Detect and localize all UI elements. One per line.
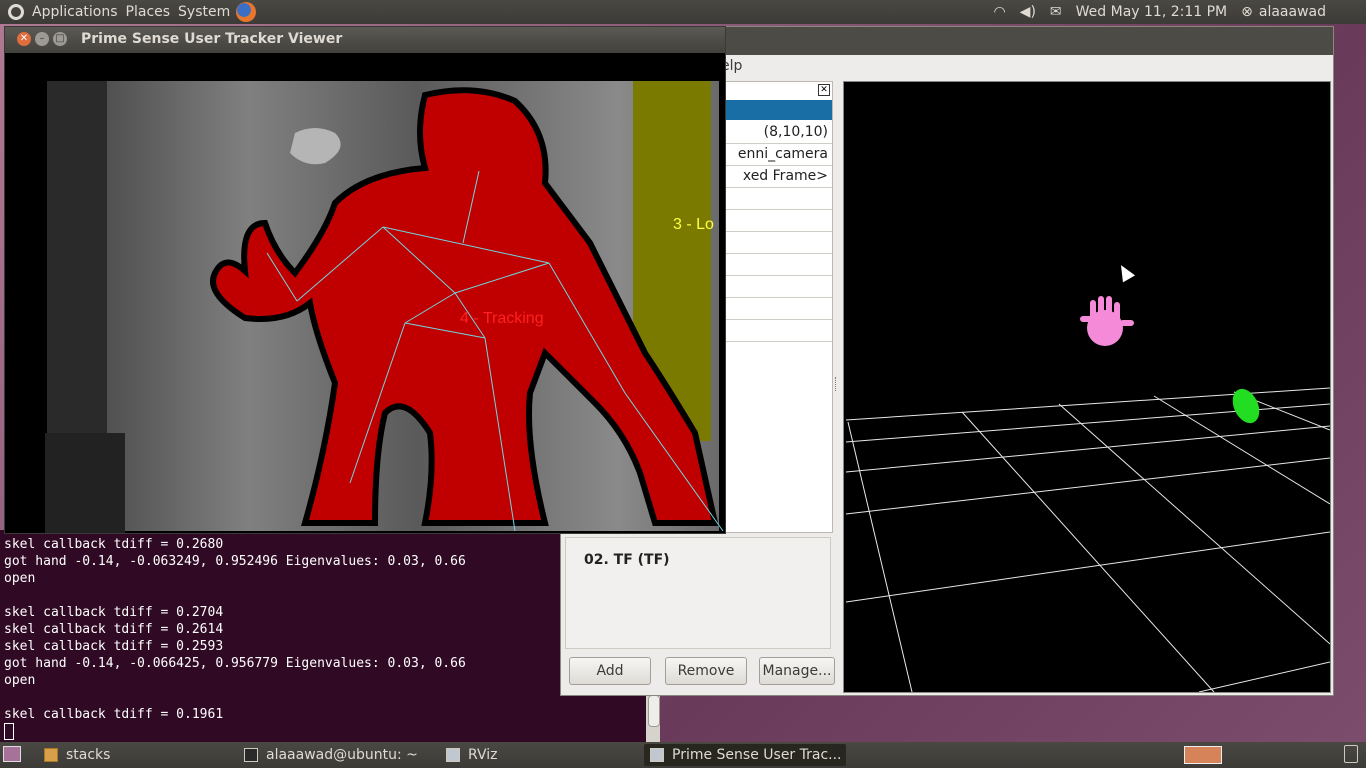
terminal-line: got hand -0.14, -0.066425, 0.956779 Eige… [4, 656, 466, 671]
terminal-line: open [4, 673, 36, 688]
applications-menu[interactable]: Applications [32, 4, 118, 20]
user-icon[interactable]: ⊗ [1241, 4, 1253, 20]
volume-icon[interactable]: ◀) [1020, 4, 1036, 20]
close-icon[interactable]: ✕ [818, 84, 830, 96]
property-value: (8,10,10) [763, 124, 828, 140]
terminal-line: skel callback tdiff = 0.2704 [4, 605, 224, 620]
hand-marker-pink [1080, 296, 1134, 346]
depth-shadow-region [45, 433, 125, 533]
show-desktop-icon[interactable] [3, 746, 21, 762]
maximize-icon[interactable]: □ [53, 32, 67, 46]
bottom-panel: stacks alaaawad@ubuntu: ~ RViz Prime Sen… [0, 742, 1366, 768]
terminal-line: skel callback tdiff = 0.2614 [4, 622, 224, 637]
top-panel: Applications Places System ◠ ◀) ✉ Wed Ma… [0, 0, 1366, 24]
taskbar-item-rviz[interactable]: RViz [440, 744, 642, 766]
taskbar-item-terminal[interactable]: alaaawad@ubuntu: ~ [238, 744, 438, 766]
grid-view [845, 296, 1331, 693]
property-row[interactable] [726, 254, 832, 276]
terminal-cursor [4, 723, 14, 740]
manage-button[interactable]: Manage... [759, 657, 835, 685]
terminal-line: skel callback tdiff = 0.2680 [4, 537, 224, 552]
terminal-icon [244, 748, 258, 762]
add-button[interactable]: Add [569, 657, 651, 685]
property-row[interactable] [726, 320, 832, 342]
terminal-line: got hand -0.14, -0.063249, 0.952496 Eige… [4, 554, 466, 569]
wifi-icon[interactable]: ◠ [993, 4, 1005, 20]
depth-image-view[interactable]: 4 - Tracking 3 - Lo [5, 53, 725, 533]
hand-marker-green [1232, 388, 1260, 424]
taskbar-item-prime-sense[interactable]: Prime Sense User Trac... [644, 744, 846, 766]
3d-render-view[interactable] [843, 81, 1331, 693]
window-titlebar[interactable]: ✕ – □ Prime Sense User Tracker Viewer [5, 27, 725, 53]
prime-sense-window: ✕ – □ Prime Sense User Tracker Viewer 4 … [4, 26, 726, 534]
terminal-scrollbar-thumb[interactable] [648, 695, 660, 727]
ground-grid [845, 387, 1331, 693]
property-row[interactable]: enni_camera [726, 144, 832, 166]
lost-label: 3 - Lo [673, 216, 714, 233]
property-value: enni_camera [737, 146, 828, 162]
minimize-icon[interactable]: – [35, 32, 49, 46]
terminal-line: skel callback tdiff = 0.1961 [4, 707, 224, 722]
workspace-switcher[interactable] [1184, 746, 1222, 764]
taskbar-label: alaaawad@ubuntu: ~ [266, 747, 418, 763]
trash-icon[interactable] [1344, 745, 1358, 763]
user-name[interactable]: alaaawad [1259, 4, 1326, 20]
property-row[interactable] [726, 210, 832, 232]
property-row[interactable]: xed Frame> [726, 166, 832, 188]
terminal-line: open [4, 571, 36, 586]
ubuntu-logo-icon[interactable] [8, 4, 24, 20]
taskbar-item-stacks[interactable]: stacks [38, 744, 234, 766]
clock[interactable]: Wed May 11, 2:11 PM [1076, 4, 1228, 20]
places-menu[interactable]: Places [126, 4, 171, 20]
system-menu[interactable]: System [178, 4, 230, 20]
tracking-label: 4 - Tracking [460, 310, 544, 327]
description-title: 02. TF (TF) [584, 552, 670, 568]
mail-icon[interactable]: ✉ [1050, 4, 1062, 20]
taskbar-label: Prime Sense User Trac... [672, 747, 842, 763]
terminal-line: skel callback tdiff = 0.2593 [4, 639, 224, 654]
selected-property-row[interactable] [726, 100, 832, 120]
property-value: xed Frame> [742, 168, 828, 184]
window-title: Prime Sense User Tracker Viewer [81, 31, 343, 47]
property-row[interactable] [726, 232, 832, 254]
window-icon [650, 748, 664, 762]
property-row[interactable] [726, 188, 832, 210]
properties-panel: ✕ (8,10,10) enni_camera xed Frame> [725, 81, 833, 533]
display-description: 02. TF (TF) [565, 537, 831, 649]
remove-button[interactable]: Remove [665, 657, 747, 685]
taskbar-label: RViz [468, 747, 498, 763]
property-row[interactable] [726, 276, 832, 298]
firefox-icon[interactable] [236, 2, 257, 22]
panel-splitter[interactable] [835, 377, 840, 391]
taskbar-label: stacks [66, 747, 111, 763]
property-row[interactable]: (8,10,10) [726, 122, 832, 144]
property-row[interactable] [726, 298, 832, 320]
close-icon[interactable]: ✕ [17, 32, 31, 46]
folder-icon [44, 748, 58, 762]
window-icon [446, 748, 460, 762]
